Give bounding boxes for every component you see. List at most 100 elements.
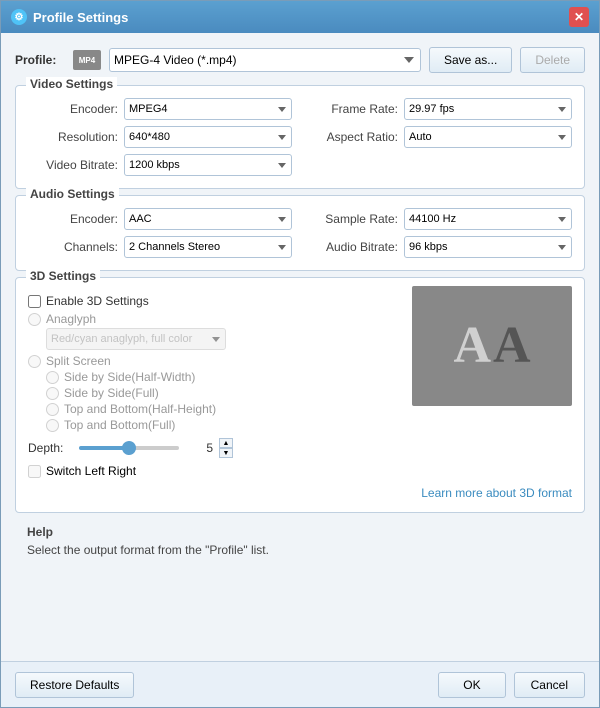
sample-rate-row: Sample Rate: 44100 Hz (308, 208, 572, 230)
resolution-label: Resolution: (28, 130, 118, 144)
window-title: Profile Settings (33, 10, 128, 25)
aspect-ratio-select[interactable]: Auto (404, 126, 572, 148)
3d-settings-content: Enable 3D Settings Anaglyph Red/cyan ana… (28, 290, 572, 500)
video-settings-content: Encoder: MPEG4 Resolution: 640*480 (28, 98, 572, 176)
depth-up-button[interactable]: ▲ (219, 438, 233, 448)
learn-more: Learn more about 3D format (28, 486, 572, 500)
depth-value: 5 (185, 441, 213, 455)
top-bottom-half-label[interactable]: Top and Bottom(Half-Height) (64, 402, 216, 416)
anaglyph-row: Anaglyph (28, 312, 400, 326)
top-bottom-full-row: Top and Bottom(Full) (46, 418, 400, 432)
close-button[interactable]: ✕ (569, 7, 589, 27)
audio-left-col: Encoder: AAC Channels: 2 Channels Stereo (28, 208, 292, 258)
switch-row: Switch Left Right (28, 464, 400, 478)
depth-row: Depth: 5 ▲ ▼ (28, 438, 400, 458)
3d-preview: A A (412, 286, 572, 406)
encoder-select[interactable]: MPEG4 (124, 98, 292, 120)
top-bottom-half-radio[interactable] (46, 403, 59, 416)
side-by-side-half-label[interactable]: Side by Side(Half-Width) (64, 370, 195, 384)
3d-left-col: Enable 3D Settings Anaglyph Red/cyan ana… (28, 290, 400, 482)
sample-rate-label: Sample Rate: (308, 212, 398, 226)
audio-settings-section: Audio Settings Encoder: AAC Channels: (15, 195, 585, 271)
video-right-col: Frame Rate: 29.97 fps Aspect Ratio: Auto (308, 98, 572, 176)
profile-select[interactable]: MPEG-4 Video (*.mp4) (109, 48, 421, 72)
depth-slider[interactable] (79, 446, 179, 450)
audio-encoder-select[interactable]: AAC (124, 208, 292, 230)
profile-settings-window: ⚙ Profile Settings ✕ Profile: MP4 MPEG-4… (0, 0, 600, 708)
aspect-ratio-label: Aspect Ratio: (308, 130, 398, 144)
3d-settings-title: 3D Settings (26, 269, 100, 283)
resolution-select[interactable]: 640*480 (124, 126, 292, 148)
channels-label: Channels: (28, 240, 118, 254)
enable-3d-label[interactable]: Enable 3D Settings (46, 294, 149, 308)
ok-button[interactable]: OK (438, 672, 505, 698)
help-text: Select the output format from the "Profi… (27, 543, 573, 557)
side-by-side-half-row: Side by Side(Half-Width) (46, 370, 400, 384)
video-left-col: Encoder: MPEG4 Resolution: 640*480 (28, 98, 292, 176)
video-bitrate-row: Video Bitrate: 1200 kbps (28, 154, 292, 176)
top-bottom-full-radio[interactable] (46, 419, 59, 432)
split-screen-row: Split Screen (28, 354, 400, 368)
depth-down-button[interactable]: ▼ (219, 448, 233, 458)
restore-defaults-button[interactable]: Restore Defaults (15, 672, 134, 698)
encoder-label: Encoder: (28, 102, 118, 116)
depth-label: Depth: (28, 441, 73, 455)
anaglyph-select[interactable]: Red/cyan anaglyph, full color (46, 328, 226, 350)
side-by-side-full-radio[interactable] (46, 387, 59, 400)
profile-label: Profile: (15, 53, 65, 67)
learn-more-link[interactable]: Learn more about 3D format (421, 486, 572, 500)
top-bottom-half-row: Top and Bottom(Half-Height) (46, 402, 400, 416)
split-screen-label[interactable]: Split Screen (46, 354, 111, 368)
enable-3d-checkbox[interactable] (28, 295, 41, 308)
anaglyph-radio[interactable] (28, 313, 41, 326)
settings-icon: ⚙ (11, 9, 27, 25)
main-content: Profile: MP4 MPEG-4 Video (*.mp4) Save a… (1, 33, 599, 661)
title-bar-left: ⚙ Profile Settings (11, 9, 128, 25)
audio-encoder-label: Encoder: (28, 212, 118, 226)
help-title: Help (27, 525, 573, 539)
video-bitrate-select[interactable]: 1200 kbps (124, 154, 292, 176)
video-settings-section: Video Settings Encoder: MPEG4 Resolution… (15, 85, 585, 189)
side-by-side-full-row: Side by Side(Full) (46, 386, 400, 400)
audio-form-grid: Encoder: AAC Channels: 2 Channels Stereo (28, 208, 572, 258)
audio-settings-content: Encoder: AAC Channels: 2 Channels Stereo (28, 208, 572, 258)
audio-bitrate-select[interactable]: 96 kbps (404, 236, 572, 258)
side-by-side-half-radio[interactable] (46, 371, 59, 384)
cancel-button[interactable]: Cancel (514, 672, 585, 698)
depth-spinner: ▲ ▼ (219, 438, 233, 458)
3d-settings-section: 3D Settings Enable 3D Settings Anaglyph (15, 277, 585, 513)
audio-bitrate-label: Audio Bitrate: (308, 240, 398, 254)
profile-row: Profile: MP4 MPEG-4 Video (*.mp4) Save a… (15, 41, 585, 79)
audio-settings-title: Audio Settings (26, 187, 119, 201)
frame-rate-row: Frame Rate: 29.97 fps (308, 98, 572, 120)
split-screen-radio[interactable] (28, 355, 41, 368)
audio-encoder-row: Encoder: AAC (28, 208, 292, 230)
3d-layout: Enable 3D Settings Anaglyph Red/cyan ana… (28, 290, 572, 482)
footer: Restore Defaults OK Cancel (1, 661, 599, 707)
switch-lr-checkbox[interactable] (28, 465, 41, 478)
title-bar: ⚙ Profile Settings ✕ (1, 1, 599, 33)
top-bottom-full-label[interactable]: Top and Bottom(Full) (64, 418, 175, 432)
audio-bitrate-row: Audio Bitrate: 96 kbps (308, 236, 572, 258)
frame-rate-select[interactable]: 29.97 fps (404, 98, 572, 120)
save-as-button[interactable]: Save as... (429, 47, 512, 73)
aa-preview: A A (453, 320, 530, 372)
profile-icon: MP4 (73, 50, 101, 70)
audio-right-col: Sample Rate: 44100 Hz Audio Bitrate: 96 … (308, 208, 572, 258)
channels-select[interactable]: 2 Channels Stereo (124, 236, 292, 258)
video-form-grid: Encoder: MPEG4 Resolution: 640*480 (28, 98, 572, 176)
anaglyph-label[interactable]: Anaglyph (46, 312, 96, 326)
help-section: Help Select the output format from the "… (15, 519, 585, 565)
sample-rate-select[interactable]: 44100 Hz (404, 208, 572, 230)
delete-button[interactable]: Delete (520, 47, 585, 73)
frame-rate-label: Frame Rate: (308, 102, 398, 116)
side-by-side-full-label[interactable]: Side by Side(Full) (64, 386, 159, 400)
aa-letter-light: A (453, 320, 491, 372)
aa-letter-dark: A (493, 320, 531, 372)
resolution-row: Resolution: 640*480 (28, 126, 292, 148)
enable-3d-row: Enable 3D Settings (28, 294, 400, 308)
video-bitrate-label: Video Bitrate: (28, 158, 118, 172)
switch-lr-label[interactable]: Switch Left Right (46, 464, 136, 478)
footer-right: OK Cancel (438, 672, 585, 698)
encoder-row: Encoder: MPEG4 (28, 98, 292, 120)
